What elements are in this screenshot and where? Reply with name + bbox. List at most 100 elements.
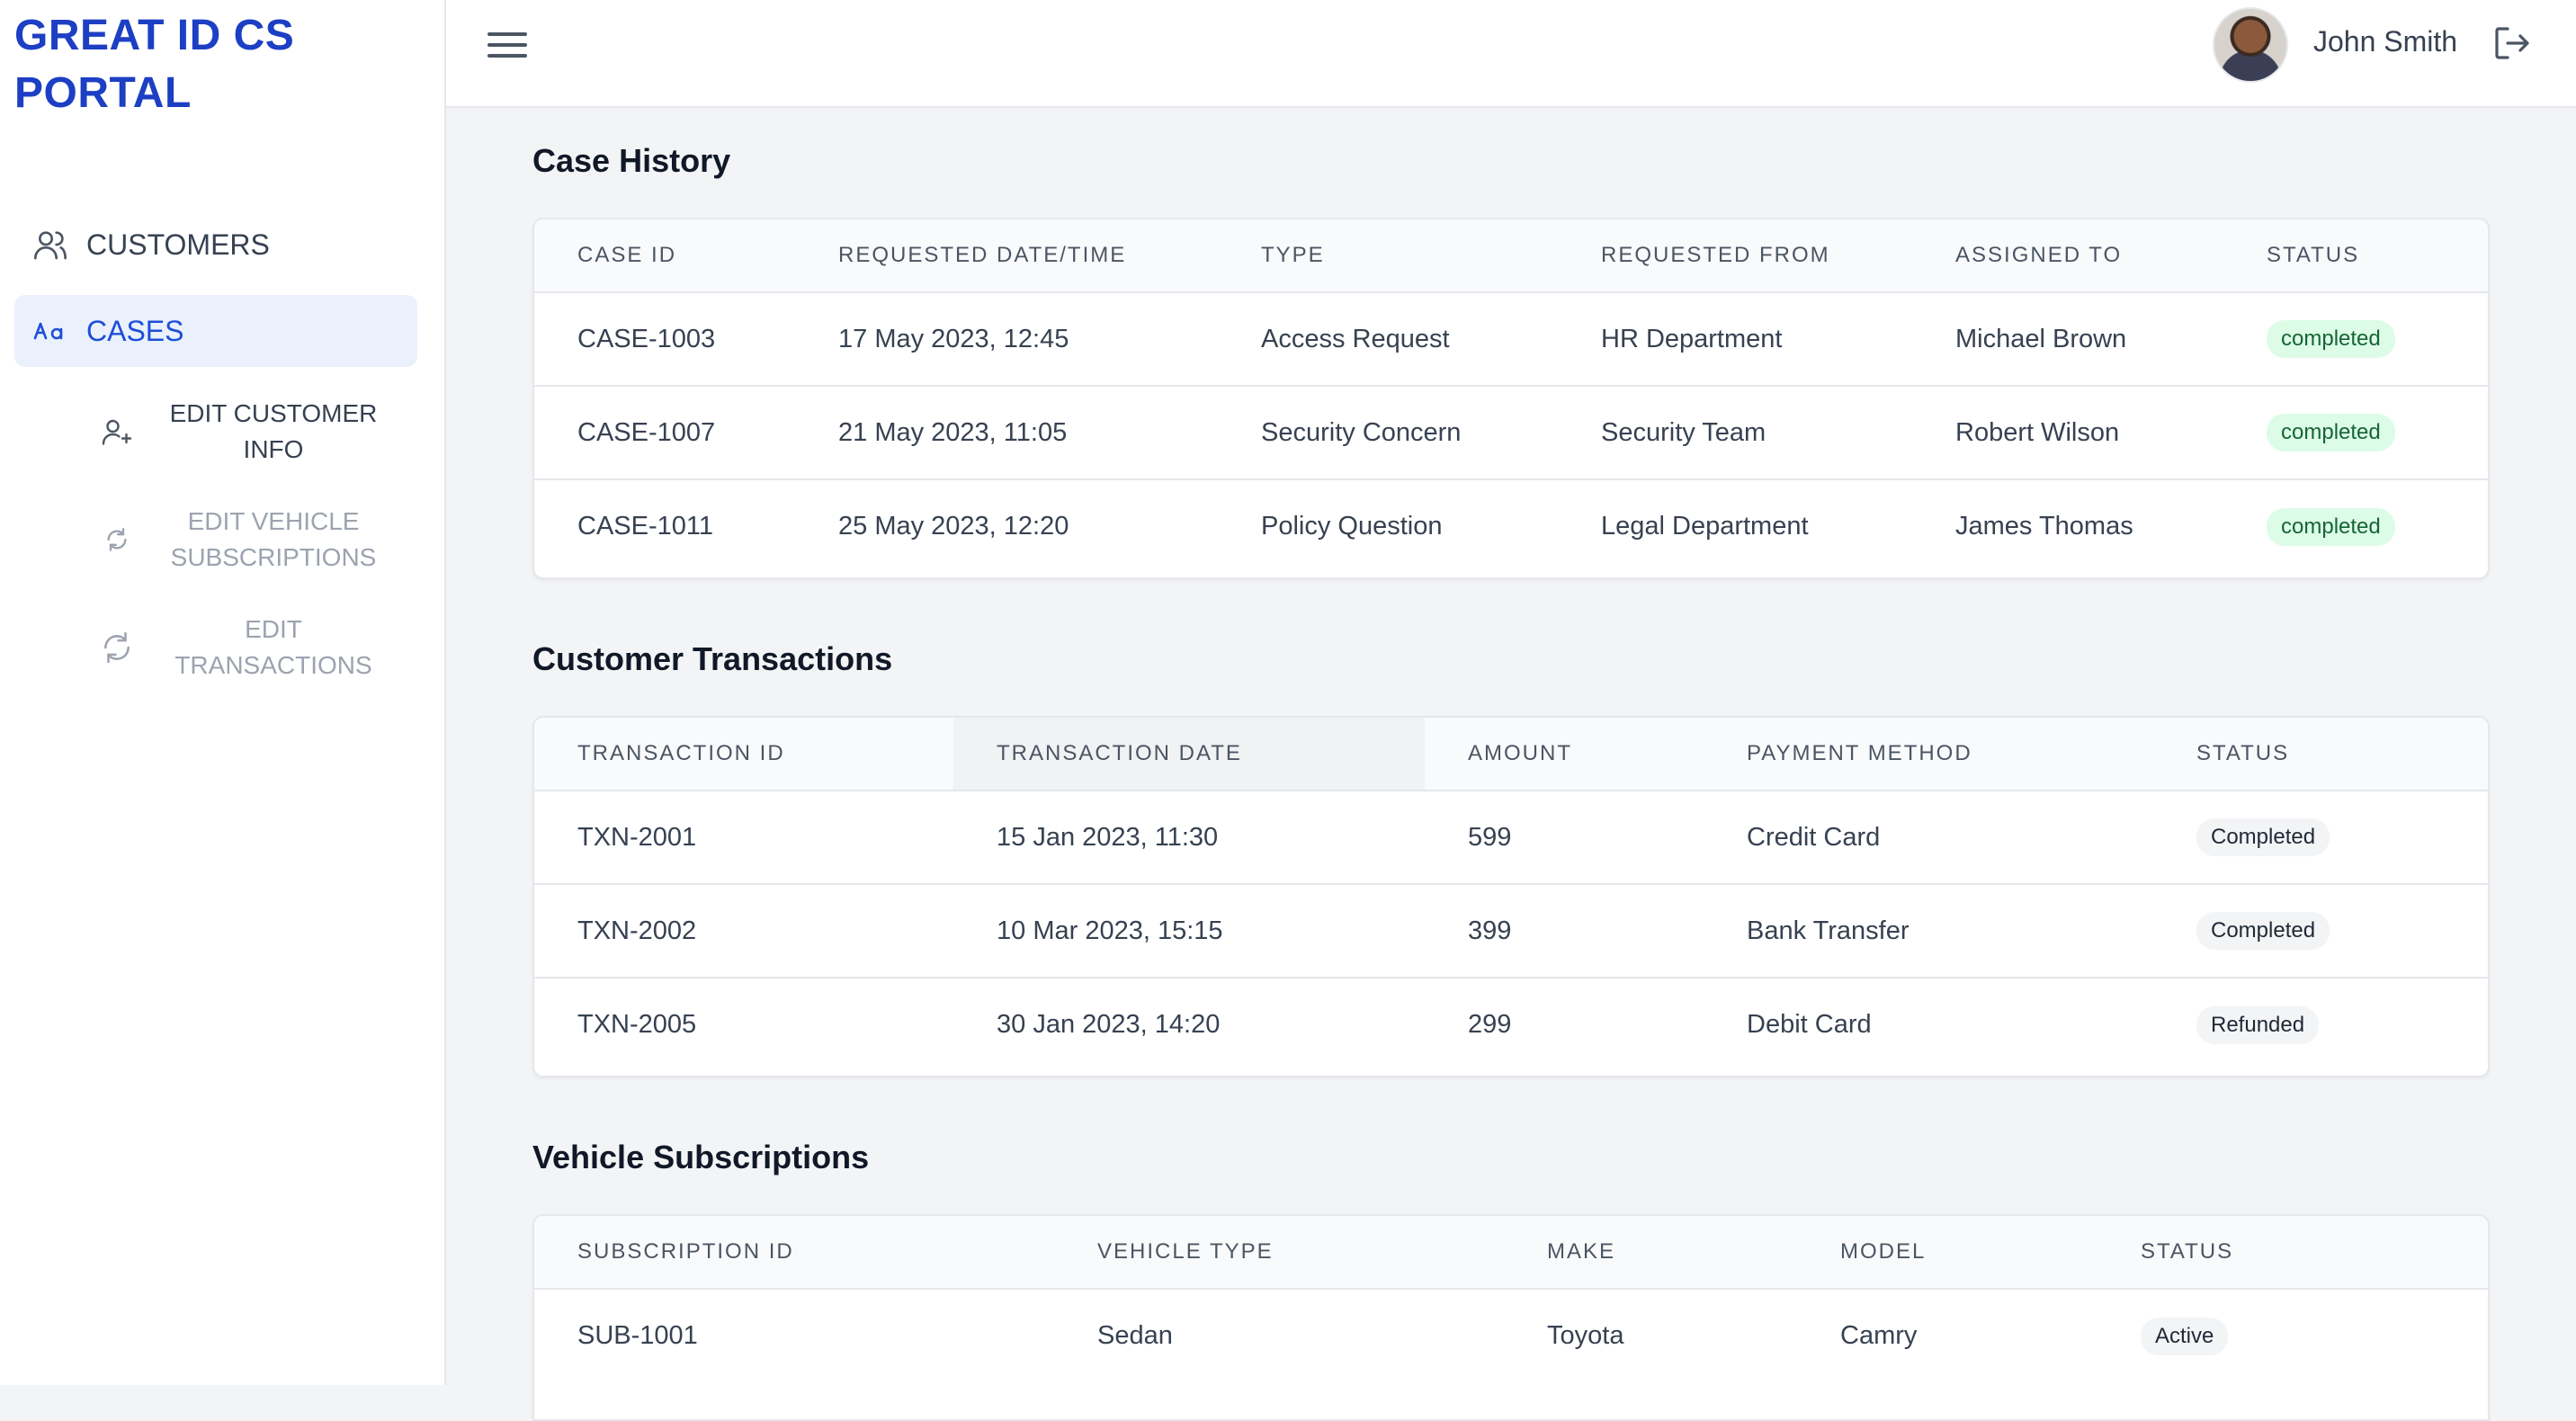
cell-transaction-date: 10 Mar 2023, 15:15 (953, 884, 1425, 979)
column-header[interactable]: REQUESTED FROM (1558, 219, 1912, 293)
cell-requested-date: 21 May 2023, 11:05 (795, 386, 1218, 480)
sidebar-item-label: CUSTOMERS (86, 228, 270, 261)
column-header[interactable]: PAYMENT METHOD (1704, 718, 2153, 791)
sidebar-subitem-edit-customer-info[interactable]: EDIT CUSTOMER INFO (86, 392, 410, 471)
status-badge: completed (2267, 507, 2395, 546)
column-header[interactable]: STATUS (2153, 718, 2488, 791)
column-header[interactable]: ASSIGNED TO (1912, 219, 2223, 293)
column-header[interactable]: TRANSACTION ID (534, 718, 953, 791)
cell-status: completed (2223, 479, 2488, 573)
sidebar-item-customers[interactable]: CUSTOMERS (14, 209, 417, 281)
case-history-table: CASE ID REQUESTED DATE/TIME TYPE REQUEST… (532, 218, 2490, 579)
section-title-vehicle-subscriptions: Vehicle Subscriptions (532, 1139, 870, 1175)
cell-case-id: CASE-1011 (577, 512, 713, 541)
label-line-1: EDIT (245, 615, 302, 643)
user-plus-icon (86, 416, 148, 448)
cell-make: Toyota (1547, 1321, 1624, 1350)
brand-line-1: GREAT ID CS (14, 12, 295, 59)
vehicle-subscriptions-table: SUBSCRIPTION ID VEHICLE TYPE MAKE MODEL … (532, 1214, 2490, 1421)
table-row[interactable]: TXN-2002 10 Mar 2023, 15:15 399 Bank Tra… (534, 884, 2488, 979)
transactions-table: TRANSACTION ID TRANSACTION DATE AMOUNT P… (532, 716, 2490, 1077)
top-header: John Smith (446, 0, 2576, 108)
sidebar-subitem-edit-vehicle-subscriptions[interactable]: EDIT VEHICLE SUBSCRIPTIONS (86, 500, 410, 579)
column-header[interactable]: CASE ID (534, 219, 795, 293)
column-header[interactable]: STATUS (2097, 1216, 2488, 1290)
cell-transaction-id: TXN-2002 (534, 884, 953, 979)
cell-amount: 299 (1468, 1010, 1512, 1039)
cell-assigned-to: James Thomas (1955, 512, 2133, 541)
cell-type: Policy Question (1261, 512, 1443, 541)
cell-requested-date: 25 May 2023, 12:20 (838, 512, 1069, 541)
table-row[interactable]: CASE-1011 25 May 2023, 12:20 Policy Ques… (534, 479, 2488, 573)
cell-requested-from: Legal Department (1601, 512, 1809, 541)
table-row[interactable]: CASE-1007 21 May 2023, 11:05 Security Co… (534, 386, 2488, 480)
sidebar: GREAT ID CS PORTAL CUSTOMERS CASES EDIT … (0, 0, 446, 1385)
user-name[interactable]: John Smith (2313, 25, 2457, 58)
logout-icon[interactable] (2490, 22, 2533, 65)
table-row[interactable]: TXN-2005 30 Jan 2023, 14:20 299 Debit Ca… (534, 978, 2488, 1071)
label-line-2: INFO (243, 435, 304, 463)
column-header[interactable]: MODEL (1797, 1216, 2097, 1290)
label-line-1: EDIT VEHICLE (187, 507, 360, 535)
brand-line-2: PORTAL (14, 69, 192, 117)
column-header[interactable]: TRANSACTION DATE (953, 718, 1425, 791)
cell-payment-method: Bank Transfer (1704, 884, 2153, 979)
sidebar-subitem-edit-transactions[interactable]: EDIT TRANSACTIONS (86, 608, 410, 687)
status-badge: completed (2267, 320, 2395, 358)
cell-payment-method: Debit Card (1747, 1010, 1872, 1039)
cell-status: completed (2223, 386, 2488, 480)
label-line-2: TRANSACTIONS (174, 651, 372, 679)
cell-subscription-id: SUB-1001 (577, 1321, 698, 1350)
sidebar-subitem-label: EDIT VEHICLE SUBSCRIPTIONS (148, 504, 399, 576)
cell-model: Camry (1840, 1321, 1918, 1350)
cell-status: Refunded (2153, 978, 2488, 1071)
cell-payment-method: Credit Card (1704, 791, 2153, 885)
section-title-transactions: Customer Transactions (532, 640, 893, 677)
column-header[interactable]: VEHICLE TYPE (1054, 1216, 1504, 1290)
cell-type: Access Request (1218, 292, 1558, 387)
cell-status: Completed (2153, 791, 2488, 885)
column-header[interactable]: REQUESTED DATE/TIME (795, 219, 1218, 293)
cell-assigned-to: Michael Brown (1912, 292, 2223, 387)
table-row[interactable]: CASE-1003 17 May 2023, 12:45 Access Requ… (534, 292, 2488, 387)
cell-case-id: CASE-1007 (534, 386, 795, 480)
table-header-row: SUBSCRIPTION ID VEHICLE TYPE MAKE MODEL … (534, 1216, 2488, 1290)
cell-requested-from: Security Team (1558, 386, 1912, 480)
cell-vehicle-type: Sedan (1097, 1321, 1173, 1350)
label-line-2: SUBSCRIPTIONS (170, 543, 377, 571)
cell-assigned-to: Robert Wilson (1912, 386, 2223, 480)
column-header[interactable]: MAKE (1504, 1216, 1797, 1290)
table-row[interactable]: TXN-2001 15 Jan 2023, 11:30 599 Credit C… (534, 791, 2488, 885)
section-title-case-history: Case History (532, 142, 731, 179)
column-header[interactable]: TYPE (1218, 219, 1558, 293)
text-size-icon (14, 318, 86, 344)
sidebar-item-cases[interactable]: CASES (14, 295, 417, 367)
column-header[interactable]: SUBSCRIPTION ID (534, 1216, 1054, 1290)
hamburger-menu-icon[interactable] (487, 25, 527, 65)
sidebar-subitem-label: EDIT CUSTOMER INFO (148, 396, 399, 468)
table-row[interactable]: SUB-1001 Sedan Toyota Camry Active (534, 1289, 2488, 1382)
cell-status: Completed (2153, 884, 2488, 979)
column-header[interactable]: STATUS (2223, 219, 2488, 293)
status-badge: Completed (2196, 818, 2330, 856)
status-badge: completed (2267, 414, 2395, 451)
cell-transaction-date: 30 Jan 2023, 14:20 (997, 1010, 1221, 1039)
avatar[interactable] (2213, 7, 2288, 83)
status-badge: Active (2141, 1317, 2229, 1355)
table-header-row: TRANSACTION ID TRANSACTION DATE AMOUNT P… (534, 718, 2488, 791)
status-badge: Completed (2196, 912, 2330, 950)
brand-logo[interactable]: GREAT ID CS PORTAL (14, 7, 410, 122)
cell-requested-date: 17 May 2023, 12:45 (795, 292, 1218, 387)
cell-status: completed (2223, 292, 2488, 387)
cell-status: Active (2097, 1289, 2488, 1382)
sidebar-item-label: CASES (86, 314, 184, 347)
cell-transaction-id: TXN-2005 (577, 1010, 697, 1039)
cell-type: Security Concern (1218, 386, 1558, 480)
refresh-small-icon (86, 527, 148, 552)
users-icon (14, 227, 86, 263)
cell-case-id: CASE-1003 (534, 292, 795, 387)
column-header[interactable]: AMOUNT (1425, 718, 1704, 791)
label-line-1: EDIT CUSTOMER (169, 399, 378, 427)
cell-transaction-id: TXN-2001 (534, 791, 953, 885)
cell-requested-from: HR Department (1558, 292, 1912, 387)
